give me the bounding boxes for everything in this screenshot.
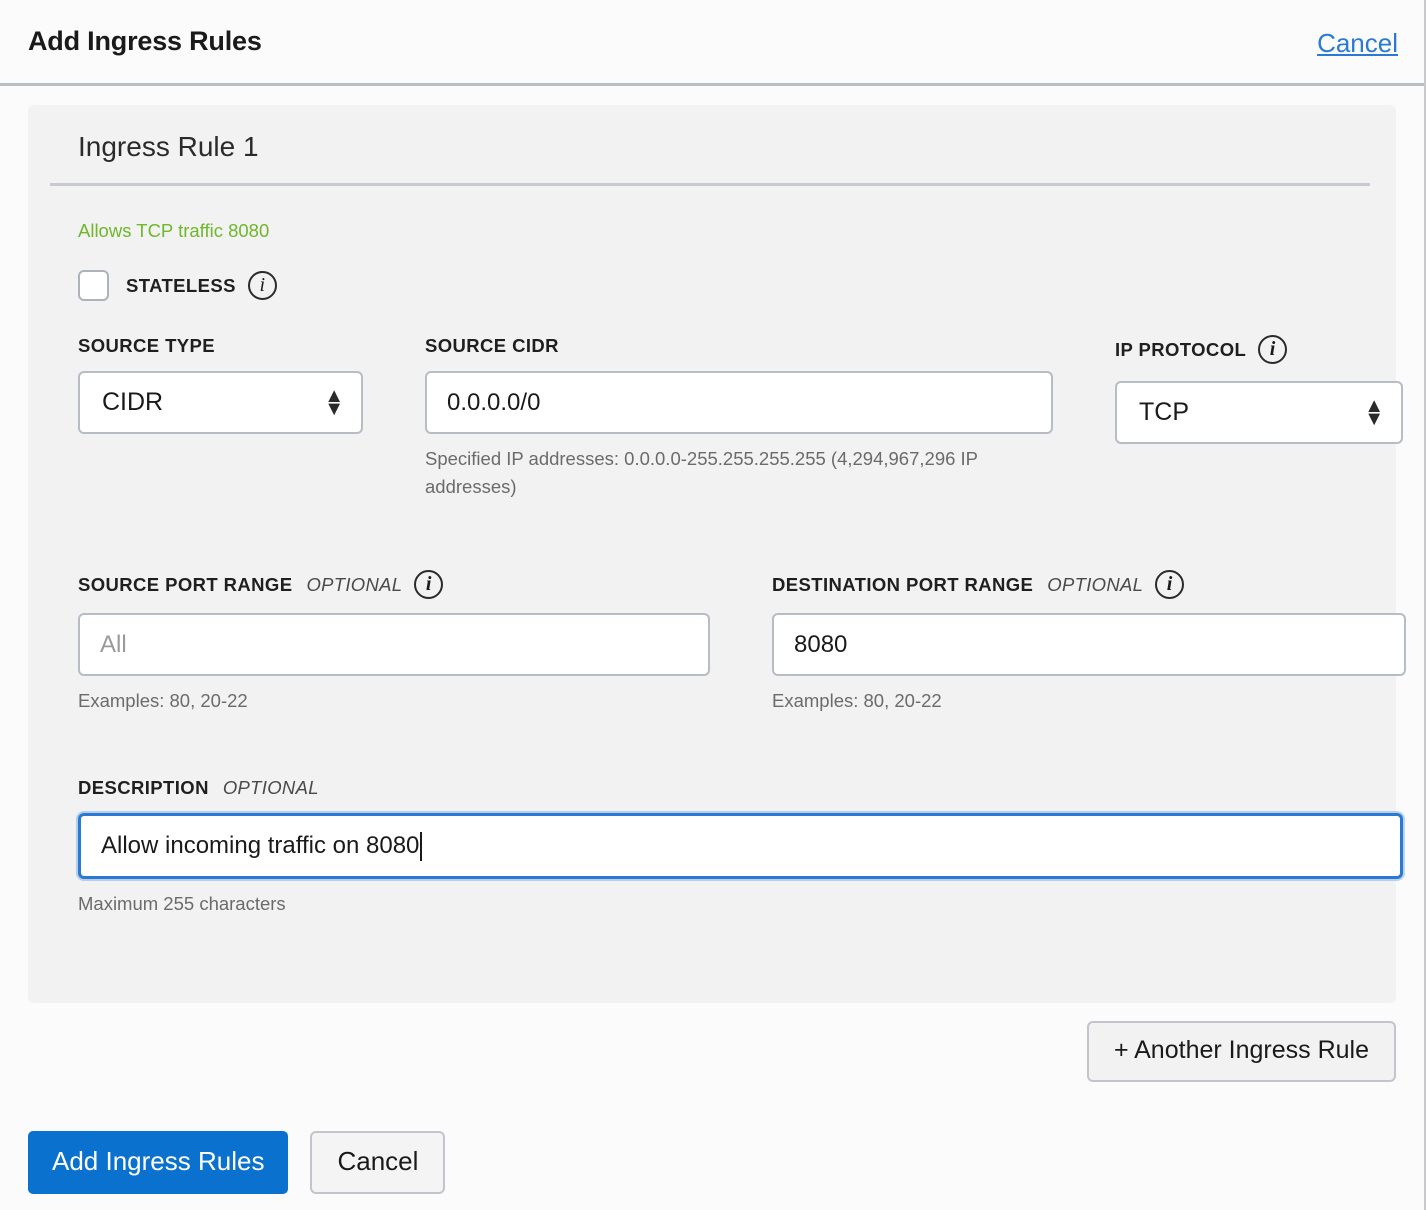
description-input[interactable]: Allow incoming traffic on 8080 (78, 813, 1403, 879)
source-cidr-value: 0.0.0.0/0 (447, 389, 540, 417)
description-help: Maximum 255 characters (78, 890, 1370, 918)
source-cidr-label-text: SOURCE CIDR (425, 335, 559, 357)
info-icon[interactable]: i (248, 271, 277, 300)
source-cidr-label: SOURCE CIDR (425, 335, 1115, 357)
description-value: Allow incoming traffic on 8080 (101, 832, 419, 860)
page-title: Add Ingress Rules (28, 26, 262, 57)
stateless-row: STATELESS i (78, 270, 1370, 301)
chevron-updown-icon: ▲▼ (324, 390, 344, 415)
source-port-range-placeholder: All (100, 631, 127, 659)
stateless-label: STATELESS (126, 275, 236, 297)
destination-port-range-input[interactable]: 8080 (772, 613, 1406, 676)
footer-actions: Add Ingress Rules Cancel (28, 1131, 1424, 1194)
ingress-rule-panel: Ingress Rule 1 Allows TCP traffic 8080 S… (28, 105, 1396, 1003)
destination-port-range-label: DESTINATION PORT RANGE OPTIONAL i (772, 570, 1406, 599)
header-cancel-link[interactable]: Cancel (1317, 28, 1398, 59)
description-label-text: DESCRIPTION (78, 777, 209, 799)
optional-tag: OPTIONAL (306, 574, 402, 596)
source-port-range-field: SOURCE PORT RANGE OPTIONAL i All Example… (78, 570, 772, 715)
source-cidr-input[interactable]: 0.0.0.0/0 (425, 371, 1053, 434)
ip-protocol-select[interactable]: TCP ▲▼ (1115, 381, 1403, 444)
source-type-field: SOURCE TYPE CIDR ▲▼ (78, 335, 425, 501)
source-port-range-help: Examples: 80, 20-22 (78, 687, 772, 715)
add-another-ingress-rule-button[interactable]: + Another Ingress Rule (1087, 1021, 1396, 1082)
destination-port-range-field: DESTINATION PORT RANGE OPTIONAL i 8080 E… (772, 570, 1406, 715)
chevron-updown-icon: ▲▼ (1364, 400, 1384, 425)
add-ingress-rules-button[interactable]: Add Ingress Rules (28, 1131, 288, 1194)
source-port-range-label-text: SOURCE PORT RANGE (78, 574, 292, 596)
source-type-label: SOURCE TYPE (78, 335, 425, 357)
info-icon[interactable]: i (1155, 570, 1184, 599)
another-rule-row: + Another Ingress Rule (0, 1021, 1424, 1082)
source-port-range-label: SOURCE PORT RANGE OPTIONAL i (78, 570, 772, 599)
optional-tag: OPTIONAL (223, 777, 319, 799)
source-type-select[interactable]: CIDR ▲▼ (78, 371, 363, 434)
info-icon[interactable]: i (1258, 335, 1287, 364)
source-type-value: CIDR (102, 388, 163, 417)
ip-protocol-field: IP PROTOCOL i TCP ▲▼ (1115, 335, 1403, 501)
text-caret (420, 832, 422, 861)
ip-protocol-label: IP PROTOCOL i (1115, 335, 1403, 364)
ip-protocol-label-text: IP PROTOCOL (1115, 339, 1246, 361)
port-range-row: SOURCE PORT RANGE OPTIONAL i All Example… (78, 570, 1370, 715)
source-type-label-text: SOURCE TYPE (78, 335, 215, 357)
destination-port-range-label-text: DESTINATION PORT RANGE (772, 574, 1033, 596)
optional-tag: OPTIONAL (1047, 574, 1143, 596)
source-cidr-help: Specified IP addresses: 0.0.0.0-255.255.… (425, 445, 1061, 501)
allows-summary-text: Allows TCP traffic 8080 (78, 220, 1370, 242)
info-icon[interactable]: i (414, 570, 443, 599)
ip-protocol-value: TCP (1139, 398, 1189, 427)
description-label: DESCRIPTION OPTIONAL (78, 777, 1370, 799)
stateless-checkbox[interactable] (78, 270, 109, 301)
rule-title: Ingress Rule 1 (50, 131, 1370, 186)
cancel-button[interactable]: Cancel (310, 1131, 445, 1194)
destination-port-range-help: Examples: 80, 20-22 (772, 687, 1406, 715)
dialog-header: Add Ingress Rules Cancel (0, 0, 1424, 86)
source-port-range-input[interactable]: All (78, 613, 710, 676)
description-field: DESCRIPTION OPTIONAL Allow incoming traf… (78, 777, 1370, 918)
destination-port-range-value: 8080 (794, 631, 847, 659)
source-row: SOURCE TYPE CIDR ▲▼ SOURCE CIDR 0.0.0.0/… (78, 335, 1370, 501)
source-cidr-field: SOURCE CIDR 0.0.0.0/0 Specified IP addre… (425, 335, 1115, 501)
